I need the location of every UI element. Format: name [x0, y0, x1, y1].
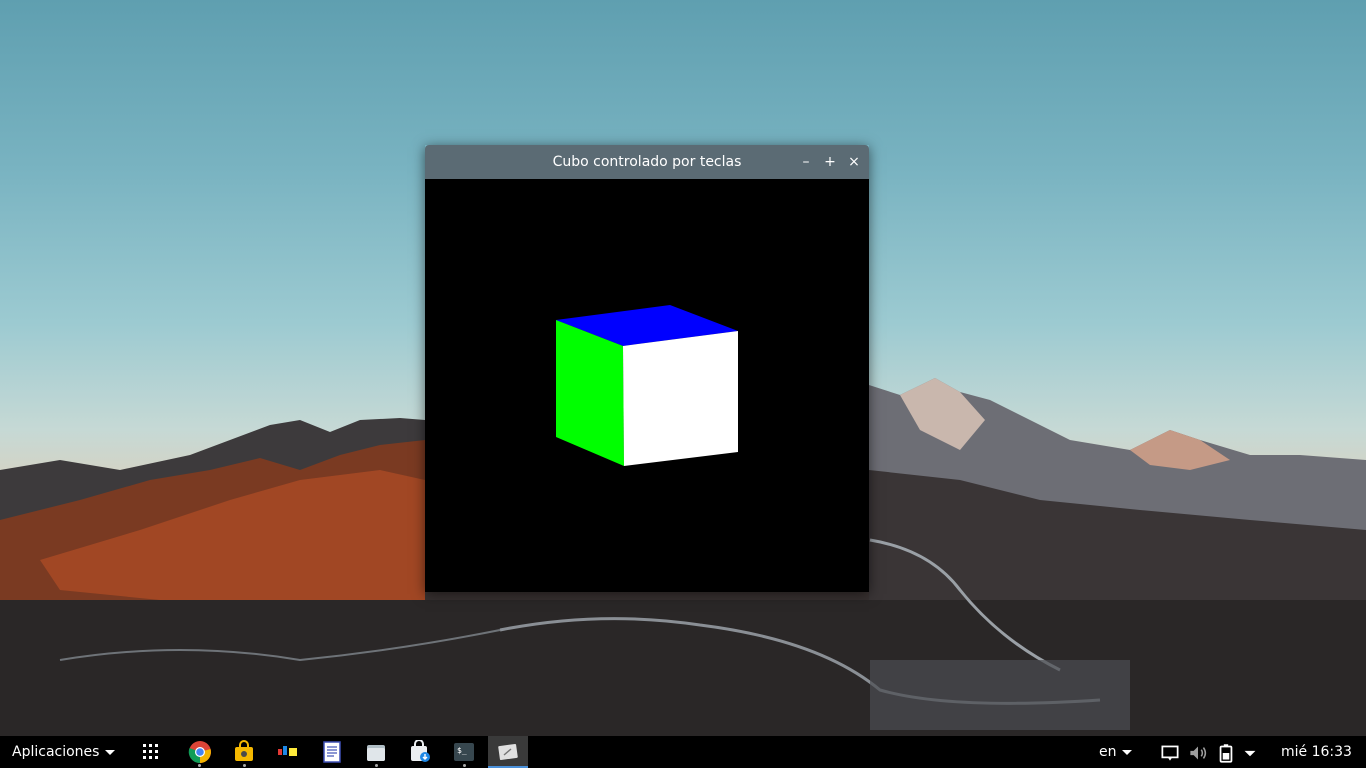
cube-front-face [623, 331, 738, 466]
software-store-icon[interactable] [232, 740, 256, 764]
battery-icon[interactable] [1214, 741, 1238, 765]
render-canvas[interactable] [425, 179, 869, 592]
applications-menu[interactable]: Aplicaciones [12, 736, 116, 768]
chrome-icon[interactable] [188, 740, 212, 764]
app-window: Cubo controlado por teclas – + × [425, 145, 869, 592]
running-indicator [463, 764, 466, 767]
cube-render [556, 305, 738, 466]
close-button[interactable]: × [846, 154, 862, 170]
maximize-button[interactable]: + [822, 154, 838, 170]
running-indicator [375, 764, 378, 767]
text-editor-icon[interactable] [320, 740, 344, 764]
running-indicator [243, 764, 246, 767]
chevron-down-icon [1121, 749, 1132, 755]
language-label: en [1099, 744, 1117, 760]
window-titlebar[interactable]: Cubo controlado por teclas – + × [425, 145, 869, 179]
applications-menu-label: Aplicaciones [12, 744, 100, 760]
installer-icon[interactable] [408, 740, 432, 764]
terminal-icon[interactable]: $_ [452, 740, 476, 764]
language-selector[interactable]: en [1099, 736, 1132, 768]
taskbar: Aplicaciones $_ en mié 16:33 [0, 736, 1366, 768]
app-grid-icon[interactable] [139, 740, 163, 764]
screenshot-icon[interactable] [496, 740, 520, 764]
running-indicator [198, 764, 201, 767]
minimize-button[interactable]: – [798, 154, 814, 170]
svg-text:$_: $_ [457, 746, 467, 755]
files-icon[interactable] [364, 740, 388, 764]
notifications-icon[interactable] [1158, 741, 1182, 765]
volume-icon[interactable] [1186, 741, 1210, 765]
chevron-down-icon [105, 749, 116, 755]
clock[interactable]: mié 16:33 [1281, 736, 1352, 768]
system-menu-icon[interactable] [1238, 741, 1262, 765]
color-palette-icon[interactable] [276, 740, 300, 764]
